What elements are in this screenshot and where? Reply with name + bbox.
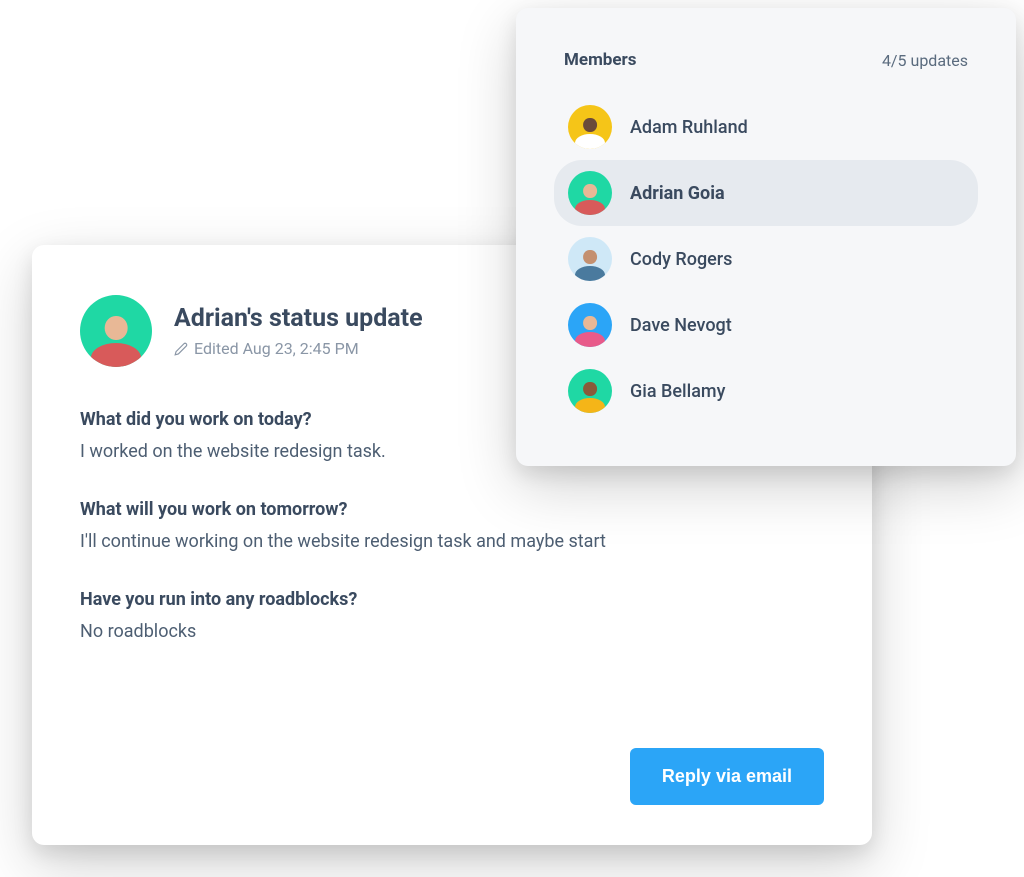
- members-header: Members 4/5 updates: [554, 50, 978, 70]
- member-name: Gia Bellamy: [630, 381, 725, 402]
- qa-block-3: Have you run into any roadblocks? No roa…: [80, 589, 824, 645]
- status-header-text: Adrian's status update Edited Aug 23, 2:…: [174, 304, 423, 358]
- avatar: [568, 105, 612, 149]
- member-item-gia-bellamy[interactable]: Gia Bellamy: [554, 358, 978, 424]
- member-name: Cody Rogers: [630, 249, 732, 270]
- member-item-cody-rogers[interactable]: Cody Rogers: [554, 226, 978, 292]
- members-panel: Members 4/5 updates Adam Ruhland Adrian …: [516, 8, 1016, 466]
- member-name: Dave Nevogt: [630, 315, 732, 336]
- avatar: [568, 237, 612, 281]
- answer-2: I'll continue working on the website red…: [80, 528, 824, 555]
- members-title: Members: [564, 50, 637, 70]
- status-edited-text: Edited Aug 23, 2:45 PM: [194, 339, 359, 358]
- avatar: [568, 369, 612, 413]
- status-title: Adrian's status update: [174, 304, 423, 333]
- reply-via-email-button[interactable]: Reply via email: [630, 748, 824, 805]
- member-name: Adrian Goia: [630, 183, 725, 204]
- member-item-adam-ruhland[interactable]: Adam Ruhland: [554, 94, 978, 160]
- answer-3: No roadblocks: [80, 618, 824, 645]
- member-name: Adam Ruhland: [630, 117, 748, 138]
- members-updates-count: 4/5 updates: [882, 51, 968, 70]
- member-item-adrian-goia[interactable]: Adrian Goia: [554, 160, 978, 226]
- avatar: [568, 171, 612, 215]
- question-3: Have you run into any roadblocks?: [80, 589, 824, 610]
- status-avatar: [80, 295, 152, 367]
- pencil-icon: [174, 342, 188, 356]
- status-edited-line: Edited Aug 23, 2:45 PM: [174, 339, 423, 358]
- qa-block-2: What will you work on tomorrow? I'll con…: [80, 499, 824, 555]
- question-2: What will you work on tomorrow?: [80, 499, 824, 520]
- member-item-dave-nevogt[interactable]: Dave Nevogt: [554, 292, 978, 358]
- avatar: [568, 303, 612, 347]
